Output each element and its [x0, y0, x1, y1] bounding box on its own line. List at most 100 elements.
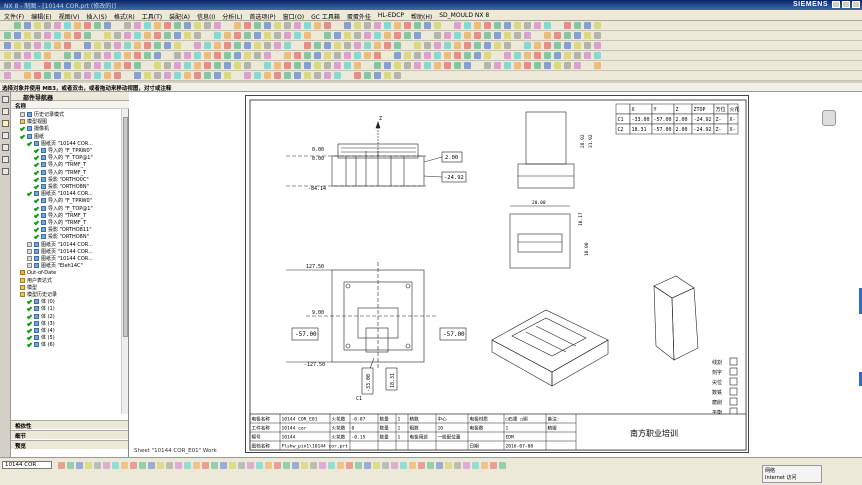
bottom-toolbar-icon[interactable] [58, 462, 65, 469]
bottom-toolbar-icon[interactable] [409, 462, 416, 469]
toolbar-icon[interactable] [584, 32, 591, 39]
toolbar-icon[interactable] [254, 22, 261, 29]
toolbar-icon[interactable] [84, 52, 91, 59]
toolbar-icon[interactable] [454, 42, 461, 49]
toolbar-icon[interactable] [14, 42, 21, 49]
toolbar-icon[interactable] [444, 32, 451, 39]
toolbar-icon[interactable] [184, 52, 191, 59]
tree-item[interactable]: 图纸页 "Eleh14C" [27, 262, 83, 269]
bottom-toolbar-icon[interactable] [364, 462, 371, 469]
toolbar-icon[interactable] [284, 62, 291, 69]
toolbar-icon[interactable] [174, 42, 181, 49]
toolbar-icon[interactable] [324, 32, 331, 39]
toolbar-icon[interactable] [574, 42, 581, 49]
toolbar-icon[interactable] [414, 22, 421, 29]
bottom-toolbar-icon[interactable] [112, 462, 119, 469]
tree-item[interactable]: 体 (1) [26, 305, 55, 312]
toolbar-icon[interactable] [94, 62, 101, 69]
toolbar-icon[interactable] [234, 42, 241, 49]
toolbar-icon[interactable] [544, 22, 551, 29]
tree-item[interactable]: 体 (5) [26, 334, 55, 341]
toolbar-icon[interactable] [474, 42, 481, 49]
toolbar-icon[interactable] [494, 42, 501, 49]
toolbar-icon[interactable] [494, 62, 501, 69]
toolbar-icon[interactable] [24, 52, 31, 59]
checklist-box[interactable] [729, 357, 738, 366]
panel-0[interactable]: 相依性 ∨ [11, 420, 128, 430]
toolbar-icon[interactable] [234, 32, 241, 39]
toolbar-icon[interactable] [514, 62, 521, 69]
toolbar-icon[interactable] [294, 72, 301, 79]
toolbar-icon[interactable] [324, 62, 331, 69]
bottom-toolbar-icon[interactable] [301, 462, 308, 469]
toolbar-icon[interactable] [514, 52, 521, 59]
toolbar-icon[interactable] [544, 32, 551, 39]
toolbar-icon[interactable] [64, 72, 71, 79]
toolbar-icon[interactable] [454, 62, 461, 69]
network-tray[interactable]: 网络 Internet 访问 [762, 465, 822, 483]
toolbar-icon[interactable] [154, 32, 161, 39]
toolbar-icon[interactable] [214, 42, 221, 49]
toolbar-icon[interactable] [54, 22, 61, 29]
toolbar-icon[interactable] [424, 52, 431, 59]
toolbar-icon[interactable] [444, 42, 451, 49]
toolbar-icon[interactable] [124, 22, 131, 29]
toolbar-icon[interactable] [434, 42, 441, 49]
toolbar-icon[interactable] [434, 52, 441, 59]
toolbar-icon[interactable] [284, 52, 291, 59]
toolbar-icon[interactable] [214, 32, 221, 39]
toolbar-icon[interactable] [24, 32, 31, 39]
part-navigator-icon[interactable] [2, 120, 9, 127]
toolbar-icon[interactable] [594, 62, 601, 69]
toolbar-icon[interactable] [24, 62, 31, 69]
toolbar-icon[interactable] [174, 32, 181, 39]
toolbar-icon[interactable] [84, 42, 91, 49]
toolbar-icon[interactable] [134, 32, 141, 39]
menu-item-5[interactable]: 工具(T) [142, 12, 162, 21]
toolbar-icon[interactable] [54, 42, 61, 49]
toolbar-icon[interactable] [154, 22, 161, 29]
toolbar-icon[interactable] [484, 62, 491, 69]
menu-item-11[interactable]: GC 工具箱 [311, 12, 340, 21]
tree-item[interactable]: 图纸页 "10144 COR... [27, 255, 93, 262]
toolbar-icon[interactable] [334, 52, 341, 59]
toolbar-icon[interactable] [454, 52, 461, 59]
bottom-toolbar-icon[interactable] [94, 462, 101, 469]
toolbar-icon[interactable] [74, 32, 81, 39]
toolbar-icon[interactable] [14, 52, 21, 59]
toolbar-icon[interactable] [404, 52, 411, 59]
bottom-toolbar-icon[interactable] [76, 462, 83, 469]
toolbar-icon[interactable] [224, 62, 231, 69]
toolbar-icon[interactable] [234, 22, 241, 29]
toolbar-icon[interactable] [114, 32, 121, 39]
toolbar-icon[interactable] [474, 22, 481, 29]
toolbar-icon[interactable] [264, 22, 271, 29]
bottom-toolbar-icon[interactable] [445, 462, 452, 469]
toolbar-icon[interactable] [244, 32, 251, 39]
toolbar-icon[interactable] [204, 52, 211, 59]
toolbar-icon[interactable] [564, 22, 571, 29]
toolbar-icon[interactable] [214, 52, 221, 59]
toolbar-icon[interactable] [244, 62, 251, 69]
tree-item[interactable]: 模型历史记录 [20, 291, 57, 298]
toolbar-icon[interactable] [154, 62, 161, 69]
tree-item[interactable]: 图纸页 "10144 COR... [26, 140, 93, 147]
toolbar-icon[interactable] [264, 62, 271, 69]
bottom-toolbar-icon[interactable] [139, 462, 146, 469]
toolbar-icon[interactable] [264, 52, 271, 59]
toolbar-icon[interactable] [454, 32, 461, 39]
toolbar-icon[interactable] [44, 52, 51, 59]
toolbar-icon[interactable] [244, 72, 251, 79]
toolbar-icon[interactable] [364, 72, 371, 79]
bottom-toolbar-icon[interactable] [166, 462, 173, 469]
toolbar-icon[interactable] [194, 52, 201, 59]
toolbar-icon[interactable] [484, 32, 491, 39]
toolbar-icon[interactable] [114, 62, 121, 69]
toolbar-icon[interactable] [164, 62, 171, 69]
reuse-library-icon[interactable] [2, 132, 9, 139]
toolbar-icon[interactable] [194, 22, 201, 29]
menu-item-15[interactable]: SD_MOULD NX 8 [439, 12, 489, 21]
toolbar-icon[interactable] [254, 32, 261, 39]
toolbar-icon[interactable] [534, 42, 541, 49]
tree-item[interactable]: 图纸页 "10144 COR... [26, 190, 93, 197]
